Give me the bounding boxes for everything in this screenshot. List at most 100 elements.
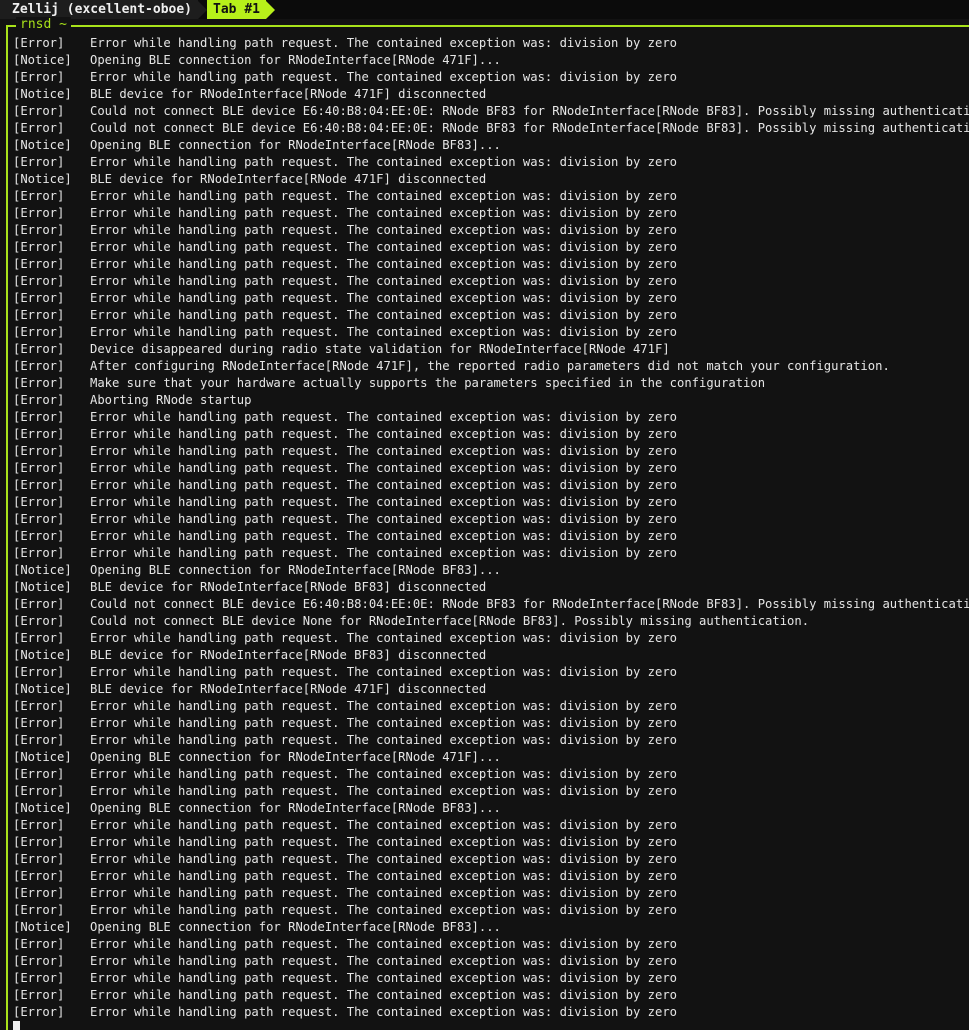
log-line: [Error] Error while handling path request… [13, 256, 969, 273]
log-level: [Notice] [13, 563, 72, 577]
log-level: [Error] [13, 733, 65, 747]
log-message: Error while handling path request. The c… [90, 988, 677, 1002]
log-line: [Error] Error while handling path request… [13, 1004, 969, 1021]
session-separator-arrow [198, 0, 208, 19]
log-level: [Error] [13, 393, 65, 407]
log-message: Error while handling path request. The c… [90, 852, 677, 866]
log-level: [Notice] [13, 138, 72, 152]
log-level: [Error] [13, 104, 65, 118]
log-message: Could not connect BLE device E6:40:B8:04… [90, 104, 969, 118]
log-line: [Notice] Opening BLE connection for RNode… [13, 137, 969, 154]
log-message: Error while handling path request. The c… [90, 886, 677, 900]
log-message: Error while handling path request. The c… [90, 308, 677, 322]
log-level: [Error] [13, 903, 65, 917]
log-line: [Notice] BLE device for RNodeInterface[RN… [13, 579, 969, 596]
log-message: Error while handling path request. The c… [90, 410, 677, 424]
log-level: [Error] [13, 410, 65, 424]
log-level: [Error] [13, 155, 65, 169]
log-level: [Error] [13, 461, 65, 475]
log-level: [Error] [13, 121, 65, 135]
log-message: Could not connect BLE device E6:40:B8:04… [90, 597, 969, 611]
log-level: [Error] [13, 835, 65, 849]
log-level: [Notice] [13, 682, 72, 696]
log-level: [Notice] [13, 580, 72, 594]
log-message: Error while handling path request. The c… [90, 767, 677, 781]
tab-1[interactable]: Tab #1 [207, 0, 266, 19]
log-line: [Notice] BLE device for RNodeInterface[RN… [13, 86, 969, 103]
log-message: Error while handling path request. The c… [90, 716, 677, 730]
log-line: [Notice] BLE device for RNodeInterface[RN… [13, 647, 969, 664]
log-line: [Error] Error while handling path request… [13, 868, 969, 885]
log-level: [Error] [13, 36, 65, 50]
log-message: Error while handling path request. The c… [90, 70, 677, 84]
log-level: [Error] [13, 869, 65, 883]
log-message: After configuring RNodeInterface[RNode 4… [90, 359, 890, 373]
log-level: [Error] [13, 937, 65, 951]
log-line: [Error] Error while handling path request… [13, 732, 969, 749]
log-level: [Error] [13, 359, 65, 373]
log-level: [Notice] [13, 920, 72, 934]
log-line: [Error] Error while handling path request… [13, 664, 969, 681]
log-message: Error while handling path request. The c… [90, 461, 677, 475]
log-message: Error while handling path request. The c… [90, 223, 677, 237]
log-message: Error while handling path request. The c… [90, 189, 677, 203]
log-level: [Error] [13, 597, 65, 611]
log-line: [Error] Error while handling path request… [13, 443, 969, 460]
log-line: [Error] Error while handling path request… [13, 885, 969, 902]
log-message: Error while handling path request. The c… [90, 478, 677, 492]
log-line: [Error] Error while handling path request… [13, 698, 969, 715]
log-line: [Error] Aborting RNode startup [13, 392, 969, 409]
log-message: Error while handling path request. The c… [90, 36, 677, 50]
log-message: Aborting RNode startup [90, 393, 252, 407]
log-level: [Error] [13, 223, 65, 237]
log-line: [Error] Error while handling path request… [13, 834, 969, 851]
log-message: Error while handling path request. The c… [90, 1005, 677, 1019]
log-message: Error while handling path request. The c… [90, 733, 677, 747]
log-message: Error while handling path request. The c… [90, 427, 677, 441]
log-line: [Notice] Opening BLE connection for RNode… [13, 52, 969, 69]
log-line: [Error] Could not connect BLE device None… [13, 613, 969, 630]
log-level: [Notice] [13, 53, 72, 67]
log-line: [Error] Error while handling path request… [13, 426, 969, 443]
log-level: [Error] [13, 971, 65, 985]
terminal-cursor [13, 1021, 20, 1030]
log-level: [Error] [13, 631, 65, 645]
log-level: [Error] [13, 699, 65, 713]
log-message: Error while handling path request. The c… [90, 818, 677, 832]
log-level: [Error] [13, 954, 65, 968]
log-level: [Error] [13, 614, 65, 628]
log-line: [Error] Error while handling path request… [13, 69, 969, 86]
log-message: Error while handling path request. The c… [90, 546, 677, 560]
log-message: Error while handling path request. The c… [90, 869, 677, 883]
log-level: [Error] [13, 325, 65, 339]
log-message: Error while handling path request. The c… [90, 631, 677, 645]
log-message: Error while handling path request. The c… [90, 665, 677, 679]
log-line: [Notice] Opening BLE connection for RNode… [13, 919, 969, 936]
log-message: BLE device for RNodeInterface[RNode 471F… [90, 87, 487, 101]
log-message: Error while handling path request. The c… [90, 325, 677, 339]
log-message: Opening BLE connection for RNodeInterfac… [90, 750, 501, 764]
log-message: Error while handling path request. The c… [90, 529, 677, 543]
log-message: Error while handling path request. The c… [90, 784, 677, 798]
log-level: [Error] [13, 189, 65, 203]
log-level: [Error] [13, 512, 65, 526]
log-message: Opening BLE connection for RNodeInterfac… [90, 138, 501, 152]
log-message: Error while handling path request. The c… [90, 835, 677, 849]
log-level: [Error] [13, 495, 65, 509]
log-line: [Error] Error while handling path request… [13, 851, 969, 868]
log-level: [Error] [13, 308, 65, 322]
log-message: Device disappeared during radio state va… [90, 342, 670, 356]
log-line: [Error] Device disappeared during radio s… [13, 341, 969, 358]
log-level: [Error] [13, 376, 65, 390]
log-line: [Error] Error while handling path request… [13, 35, 969, 52]
log-message: Could not connect BLE device None for RN… [90, 614, 810, 628]
pane-title: rnsd ~ [16, 17, 71, 33]
log-message: Error while handling path request. The c… [90, 903, 677, 917]
log-message: Error while handling path request. The c… [90, 954, 677, 968]
log-level: [Error] [13, 1005, 65, 1019]
log-line: [Error] Error while handling path request… [13, 222, 969, 239]
log-output[interactable]: [Error] Error while handling path request… [13, 35, 969, 1021]
log-level: [Error] [13, 665, 65, 679]
log-level: [Error] [13, 342, 65, 356]
log-line: [Error] Could not connect BLE device E6:4… [13, 120, 969, 137]
